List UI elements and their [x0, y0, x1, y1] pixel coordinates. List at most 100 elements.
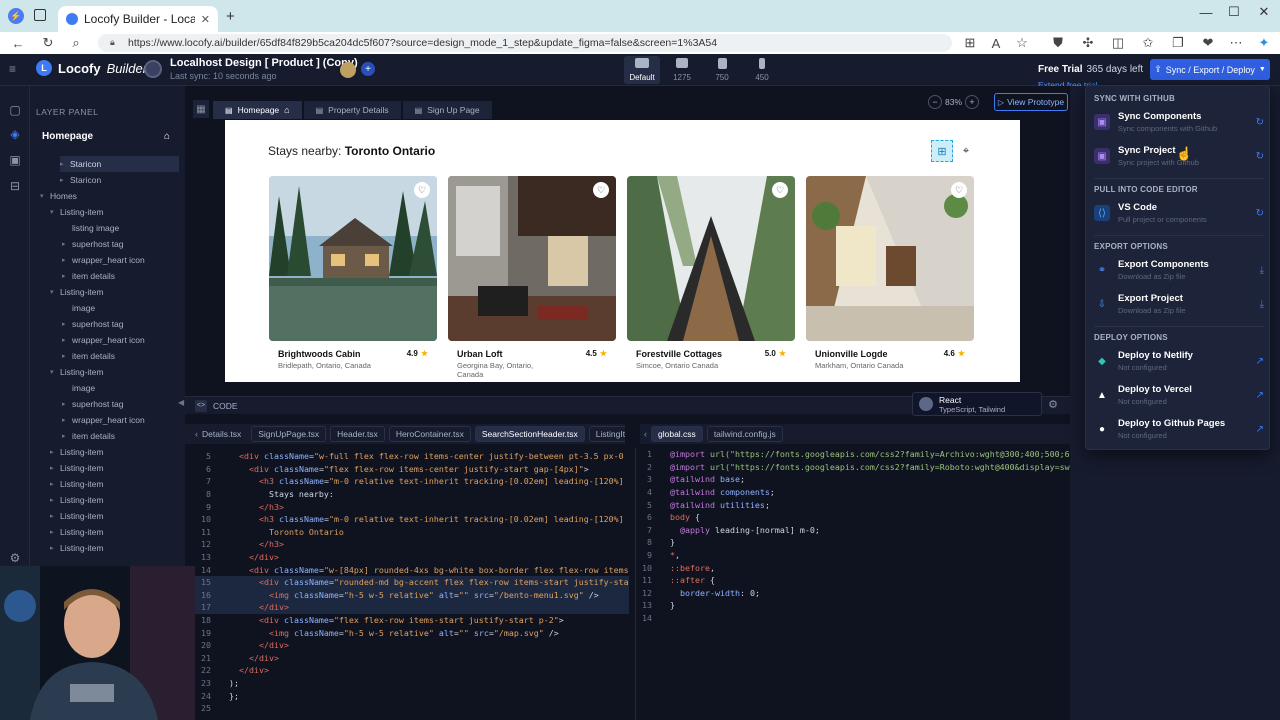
layer-item[interactable]: ▾ Listing-item [50, 204, 179, 220]
read-aloud-icon[interactable]: A [988, 35, 1004, 51]
chevron-icon[interactable]: ▸ [62, 432, 68, 440]
layer-item[interactable]: ▸ Listing-item [50, 508, 179, 524]
layer-item[interactable]: image [62, 300, 179, 316]
listing-card[interactable]: ♡ Brightwoods Cabin Bridlepath, Ontario,… [269, 176, 437, 371]
performance-icon[interactable]: ❤ [1200, 35, 1216, 51]
browser-profile-icon[interactable]: ⚡ [8, 8, 24, 24]
chevron-icon[interactable]: ▸ [60, 160, 66, 168]
layer-item[interactable]: ▸ item details [62, 348, 179, 364]
layer-item[interactable]: ▸ superhost tag [62, 316, 179, 332]
close-window-icon[interactable]: ✕ [1244, 0, 1280, 24]
chevron-icon[interactable]: ▸ [62, 352, 68, 360]
menu-item-deploy-netlify[interactable]: ◆ Deploy to Netlify Not configured ↗ [1094, 347, 1264, 375]
listing-card[interactable]: ♡ Unionville Logde Markham, Ontario Cana… [806, 176, 974, 371]
reload-icon[interactable]: ↻ [40, 35, 56, 51]
layer-item[interactable]: ▸ Listing-item [50, 524, 179, 540]
file-tab[interactable]: SignUpPage.tsx [251, 426, 327, 442]
chevron-icon[interactable]: ▸ [50, 496, 56, 504]
chevron-icon[interactable]: ▸ [50, 528, 56, 536]
sync-export-deploy-button[interactable]: ⇪ Sync / Export / Deploy ▼ [1150, 59, 1270, 80]
chevron-icon[interactable]: ▾ [50, 208, 56, 216]
avatar[interactable] [340, 62, 356, 78]
layer-item[interactable]: ▸ wrapper_heart icon [62, 332, 179, 348]
listing-card[interactable]: ♡ Forestville Cottages Simcoe, Ontario C… [627, 176, 795, 371]
code-settings-icon[interactable]: ⚙ [1046, 397, 1060, 411]
components-icon[interactable]: ▣ [7, 152, 23, 168]
heart-icon[interactable]: ♡ [414, 182, 430, 198]
layer-item[interactable]: ▸ item details [62, 428, 179, 444]
extensions-icon[interactable]: ✣ [1080, 35, 1096, 51]
layer-item[interactable]: ▸ wrapper_heart icon [62, 412, 179, 428]
assets-icon[interactable]: ⊟ [7, 178, 23, 194]
chevron-icon[interactable]: ▸ [50, 464, 56, 472]
layer-item[interactable]: ▸ Listing-item [50, 444, 179, 460]
chevron-icon[interactable]: ▸ [50, 512, 56, 520]
chevron-icon[interactable]: ▸ [62, 272, 68, 280]
chevron-left-icon[interactable]: ‹ [195, 429, 198, 439]
menu-item-export-project[interactable]: ⇩ Export Project Download as Zip file ⤓ [1094, 290, 1264, 318]
listing-card[interactable]: ♡ Urban Loft Georgina Bay, Ontario, Cana… [448, 176, 616, 379]
shield-icon[interactable]: ⛊ [1050, 35, 1066, 51]
chevron-icon[interactable]: ▸ [62, 400, 68, 408]
chevron-left-icon[interactable]: ‹ [644, 429, 647, 439]
chevron-icon[interactable]: ▸ [60, 176, 66, 184]
file-tab[interactable]: Details.tsx [202, 426, 247, 442]
menu-item-deploy-vercel[interactable]: ▲ Deploy to Vercel Not configured ↗ [1094, 381, 1264, 409]
browser-tab[interactable]: Locofy Builder - Localhost Design ✕ [58, 6, 218, 32]
device-750[interactable]: 750 [704, 56, 740, 84]
tab-property-details[interactable]: ▤ Property Details [303, 101, 401, 119]
layer-item[interactable]: ▸ superhost tag [62, 396, 179, 412]
search-icon[interactable]: ⌕ [68, 35, 84, 51]
css-tab[interactable]: tailwind.config.js [706, 426, 783, 442]
heart-icon[interactable]: ♡ [593, 182, 609, 198]
chevron-icon[interactable]: ▸ [50, 480, 56, 488]
layer-item[interactable]: ▸ Staricon [60, 156, 179, 172]
chevron-icon[interactable]: ▸ [62, 320, 68, 328]
settings-icon[interactable]: ⚙ [7, 550, 23, 566]
grid-view-icon[interactable]: ▦ [193, 100, 209, 118]
layer-item[interactable]: ▾ Homes [40, 188, 179, 204]
css-tab-active[interactable]: global.css [651, 426, 703, 442]
chevron-icon[interactable]: ▸ [50, 448, 56, 456]
chevron-icon[interactable]: ▸ [62, 416, 68, 424]
url-field[interactable]: 🔒︎ https://www.locofy.ai/builder/65df84f… [98, 34, 952, 52]
more-icon[interactable]: ⋯ [1228, 35, 1244, 51]
chevron-icon[interactable]: ▸ [62, 240, 68, 248]
file-tab-active[interactable]: SearchSectionHeader.tsx [474, 426, 585, 442]
code-editor-tsx[interactable]: 5 <div className="w-full flex flex-row i… [185, 448, 629, 720]
project-info[interactable]: Localhost Design [ Product ] (Copy) Last… [144, 57, 358, 81]
menu-item-sync-components[interactable]: ▣ Sync Components Sync components with Gi… [1094, 108, 1264, 136]
menu-icon[interactable]: ≡ [9, 63, 21, 75]
layer-item[interactable]: ▸ wrapper_heart icon [62, 252, 179, 268]
copilot-icon[interactable]: ✦ [1256, 35, 1272, 51]
tab-close-icon[interactable]: ✕ [201, 13, 210, 26]
layer-item[interactable]: ▾ Listing-item [50, 364, 179, 380]
back-icon[interactable]: ← [10, 35, 26, 51]
map-icon[interactable]: ⌖ [959, 144, 973, 158]
layer-item[interactable]: image [62, 380, 179, 396]
pages-icon[interactable]: ▢ [7, 102, 23, 118]
file-tab[interactable]: Header.tsx [330, 426, 385, 442]
file-tab[interactable]: HeroContainer.tsx [388, 426, 471, 442]
tab-actions-icon[interactable] [34, 9, 46, 21]
zoom-in-icon[interactable]: + [965, 95, 980, 109]
bento-menu-icon[interactable]: ⊞ [931, 140, 953, 162]
favorites-bar-icon[interactable]: ✩ [1140, 35, 1156, 51]
layer-item[interactable]: ▸ item details [62, 268, 179, 284]
chevron-icon[interactable]: ▾ [50, 368, 56, 376]
layer-item[interactable]: listing image [62, 220, 179, 236]
layer-item[interactable]: ▸ Listing-item [50, 492, 179, 508]
heart-icon[interactable]: ♡ [772, 182, 788, 198]
layer-homepage[interactable]: Homepage ⌂ [36, 126, 176, 146]
heart-icon[interactable]: ♡ [951, 182, 967, 198]
layers-icon[interactable]: ◈ [7, 126, 23, 142]
favorite-icon[interactable]: ☆ [1014, 35, 1030, 51]
collections-icon[interactable]: ❐ [1170, 35, 1186, 51]
device-1275[interactable]: 1275 [664, 56, 700, 84]
chevron-icon[interactable]: ▸ [62, 256, 68, 264]
file-tab[interactable]: ListingItem.tsx [588, 426, 625, 442]
device-450[interactable]: 450 [744, 56, 780, 84]
split-screen-icon[interactable]: ◫ [1110, 35, 1126, 51]
device-default[interactable]: Default [624, 56, 660, 84]
view-prototype-button[interactable]: ▷ View Prototype [994, 93, 1068, 111]
